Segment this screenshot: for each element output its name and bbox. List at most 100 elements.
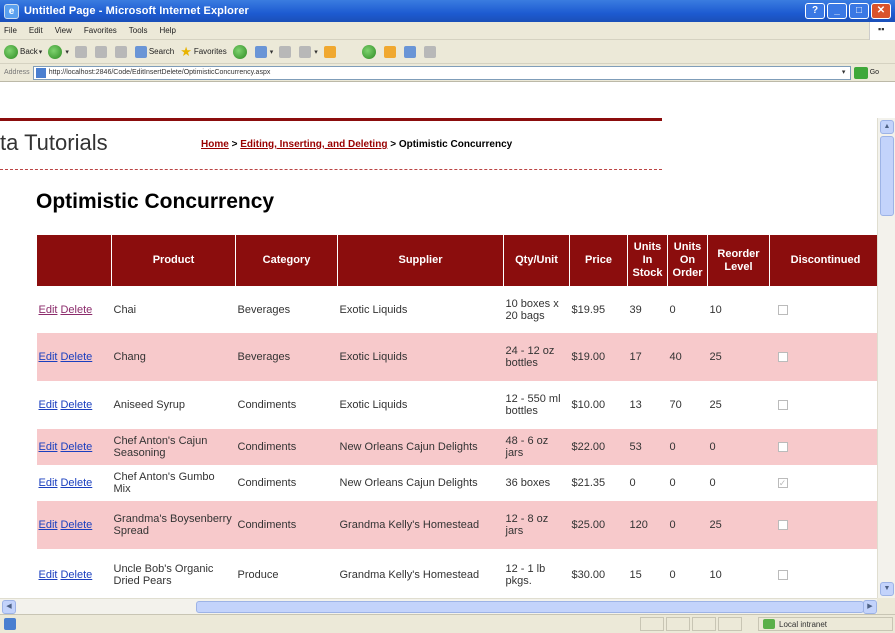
intranet-zone-icon: [763, 619, 775, 629]
table-row: Edit Delete Grandma's Boysenberry Spread …: [36, 500, 877, 549]
folder-button[interactable]: [323, 45, 338, 58]
research-button[interactable]: [383, 45, 398, 58]
qty-cell: 36 boxes: [505, 476, 551, 489]
breadcrumb: Home > Editing, Inserting, and Deleting …: [201, 139, 512, 150]
go-button[interactable]: Go: [870, 69, 879, 76]
scroll-down-icon[interactable]: ▼: [880, 582, 894, 596]
favorites-button[interactable]: ★ Favorites: [180, 44, 227, 60]
delete-link[interactable]: Delete: [60, 399, 92, 411]
header-category: Category: [235, 234, 338, 287]
edit-link[interactable]: Edit: [39, 477, 58, 489]
breadcrumb-home-link[interactable]: Home: [201, 139, 229, 150]
maximize-window-button[interactable]: □: [849, 3, 869, 19]
address-input[interactable]: http://localhost:2846/Code/EditInsertDel…: [32, 65, 851, 80]
breadcrumb-separator: >: [387, 139, 399, 150]
forward-button[interactable]: ▾: [48, 44, 69, 59]
instock-cell: 15: [629, 568, 642, 581]
menu-bar: File Edit View Favorites Tools Help: [0, 22, 895, 40]
horizontal-scroll-thumb[interactable]: [196, 601, 864, 613]
tools-extra-button[interactable]: [423, 45, 438, 58]
favorites-label: Favorites: [193, 47, 227, 56]
vertical-scroll-thumb[interactable]: [880, 136, 894, 216]
messenger-button[interactable]: [361, 44, 378, 59]
instock-cell: 53: [627, 428, 668, 465]
page-status-icon: [4, 618, 16, 630]
discuss-icon: [403, 45, 416, 58]
chevron-down-icon[interactable]: ▾: [838, 67, 850, 79]
menu-tools[interactable]: Tools: [129, 26, 148, 35]
menu-help[interactable]: Help: [159, 26, 175, 35]
address-label: Address: [4, 69, 30, 76]
breadcrumb-section-link[interactable]: Editing, Inserting, and Deleting: [240, 139, 387, 150]
onorder-cell: 0: [669, 476, 676, 489]
page-title: Optimistic Concurrency: [36, 190, 275, 213]
menu-edit[interactable]: Edit: [29, 26, 43, 35]
qty-cell: 12 - 1 lb pkgs.: [505, 562, 546, 587]
scroll-up-icon[interactable]: ▲: [880, 120, 894, 134]
menu-view[interactable]: View: [55, 26, 72, 35]
edit-link[interactable]: Edit: [39, 519, 58, 531]
qty-cell: 10 boxes x 20 bags: [505, 297, 559, 322]
category-cell: Produce: [237, 568, 279, 581]
discontinued-checkbox: [777, 519, 788, 530]
instock-cell: 39: [629, 303, 642, 316]
price-cell: $25.00: [569, 500, 628, 549]
delete-link[interactable]: Delete: [60, 351, 92, 363]
history-button[interactable]: ▾: [254, 45, 274, 58]
status-panel: [692, 617, 716, 631]
edit-link[interactable]: Edit: [39, 399, 58, 411]
delete-link[interactable]: Delete: [60, 519, 92, 531]
refresh-button[interactable]: [94, 45, 109, 58]
discontinued-checkbox: [777, 477, 788, 488]
discuss-button[interactable]: [403, 45, 418, 58]
status-panel: [718, 617, 742, 631]
edit-link[interactable]: Edit: [39, 304, 58, 316]
scroll-left-icon[interactable]: ◀: [2, 600, 16, 614]
status-panels: [640, 617, 742, 631]
chevron-down-icon[interactable]: ▾: [65, 48, 69, 56]
close-window-button[interactable]: ✕: [871, 3, 891, 19]
mail-icon: [279, 45, 292, 58]
command-cell: Edit Delete: [37, 549, 112, 599]
back-button[interactable]: Back ▾: [4, 44, 43, 59]
search-button[interactable]: Search: [134, 45, 174, 58]
supplier-cell: Exotic Liquids: [339, 398, 408, 411]
vertical-scrollbar[interactable]: ▲ ▼: [877, 118, 895, 598]
stop-button[interactable]: [74, 45, 89, 58]
category-cell: Beverages: [235, 332, 338, 381]
delete-link[interactable]: Delete: [60, 441, 92, 453]
go-icon[interactable]: [853, 66, 868, 79]
horizontal-scrollbar[interactable]: ◀ ▶: [0, 598, 877, 614]
media-button[interactable]: [232, 44, 249, 59]
edit-link[interactable]: Edit: [39, 569, 58, 581]
print-button[interactable]: ▾: [299, 45, 318, 58]
refresh-icon: [94, 45, 107, 58]
chevron-down-icon[interactable]: ▾: [270, 48, 274, 56]
discontinued-checkbox: [777, 351, 788, 362]
address-url[interactable]: http://localhost:2846/Code/EditInsertDel…: [49, 69, 271, 76]
instock-cell: 13: [629, 398, 642, 411]
discontinued-cell: [770, 381, 878, 429]
minimize-window-button[interactable]: _: [827, 3, 847, 19]
status-panel: [666, 617, 690, 631]
reorder-cell: 25: [709, 398, 722, 411]
discontinued-checkbox: [777, 441, 788, 452]
delete-link[interactable]: Delete: [60, 477, 92, 489]
mail-button[interactable]: [279, 45, 293, 58]
table-row: Edit Delete Chef Anton's Cajun Seasoning …: [36, 428, 877, 465]
edit-link[interactable]: Edit: [39, 351, 58, 363]
toolbar: Back ▾ ▾ Search ★ Favorites ▾ ▾: [0, 40, 895, 64]
home-button[interactable]: [114, 45, 129, 58]
discontinued-cell: [769, 332, 877, 381]
chevron-down-icon[interactable]: ▾: [314, 48, 318, 56]
edit-link[interactable]: Edit: [39, 441, 58, 453]
menu-favorites[interactable]: Favorites: [84, 26, 117, 35]
product-cell: Aniseed Syrup: [113, 398, 186, 411]
help-window-button[interactable]: ?: [805, 3, 825, 19]
scroll-right-icon[interactable]: ▶: [863, 600, 877, 614]
chevron-down-icon[interactable]: ▾: [39, 48, 43, 56]
delete-link[interactable]: Delete: [60, 304, 92, 316]
discontinued-cell: [769, 500, 877, 549]
delete-link[interactable]: Delete: [60, 569, 92, 581]
menu-file[interactable]: File: [4, 26, 17, 35]
